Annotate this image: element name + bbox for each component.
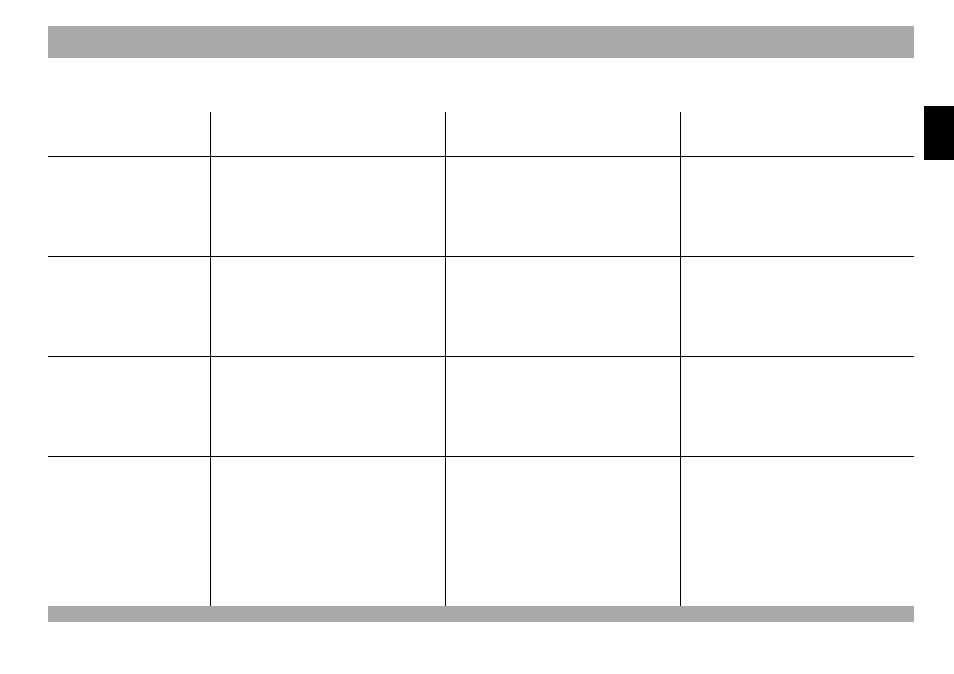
- col-header-1: [48, 112, 211, 156]
- table-row: [48, 356, 914, 456]
- cell: [680, 256, 914, 356]
- col-header-2: [211, 112, 446, 156]
- cell: [48, 156, 211, 256]
- cell: [680, 456, 914, 606]
- cell: [211, 356, 446, 456]
- cell: [680, 156, 914, 256]
- col-header-3: [445, 112, 680, 156]
- cell: [445, 156, 680, 256]
- table-header-row: [48, 112, 914, 156]
- side-tab: [924, 106, 954, 160]
- cell: [48, 456, 211, 606]
- cell: [211, 256, 446, 356]
- data-table: [48, 112, 914, 606]
- cell: [48, 356, 211, 456]
- bottom-grey-bar: [48, 606, 914, 622]
- cell: [211, 456, 446, 606]
- table-container: [48, 112, 914, 606]
- cell: [445, 456, 680, 606]
- cell: [445, 356, 680, 456]
- cell: [680, 356, 914, 456]
- col-header-4: [680, 112, 914, 156]
- table-row: [48, 456, 914, 606]
- cell: [48, 256, 211, 356]
- table-row: [48, 256, 914, 356]
- top-grey-bar: [48, 26, 914, 58]
- cell: [211, 156, 446, 256]
- cell: [445, 256, 680, 356]
- table-row: [48, 156, 914, 256]
